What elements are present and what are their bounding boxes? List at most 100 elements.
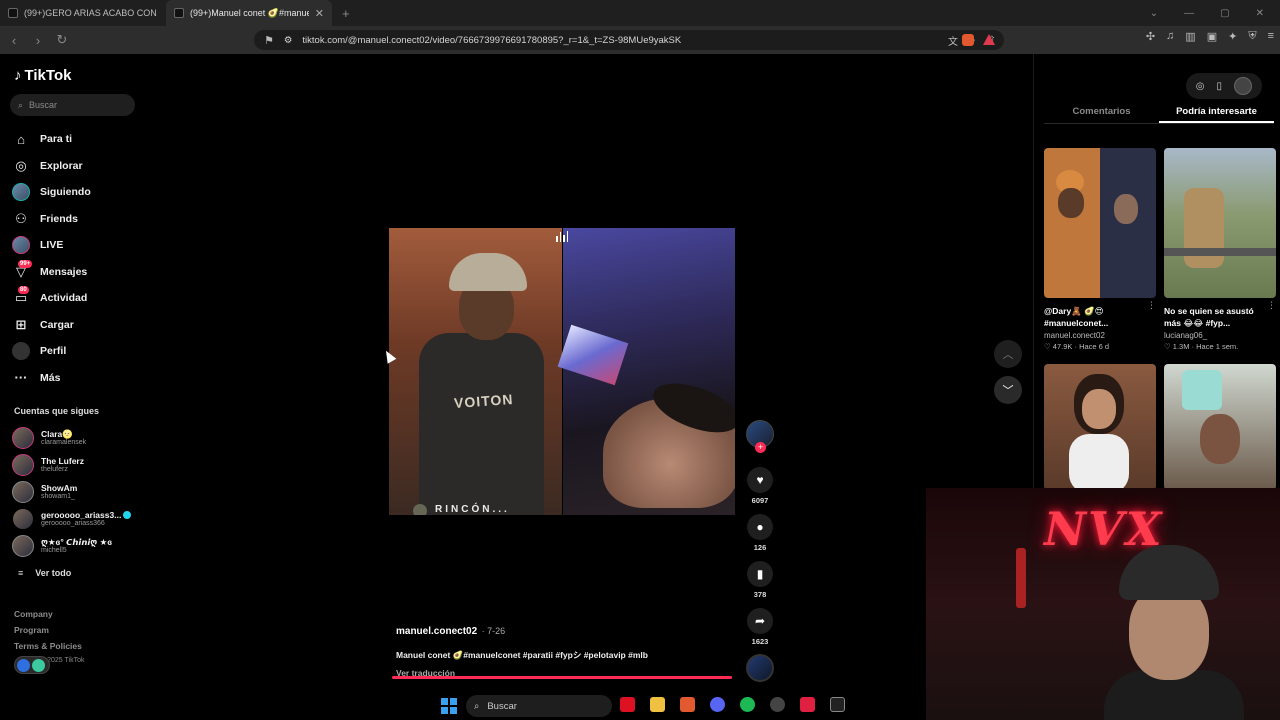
streamer-webcam: NVX xyxy=(926,488,1280,720)
account-handle: michell5 xyxy=(41,546,67,554)
browser-tab-active[interactable]: (99+)Manuel conet 🥑#manuel ✕ xyxy=(166,0,332,26)
close-tab-icon[interactable]: ✕ xyxy=(315,7,324,20)
menu-item-explorar[interactable]: ◎ Explorar xyxy=(12,153,147,180)
account-handle: theluferz xyxy=(41,465,68,473)
user-avatar[interactable] xyxy=(1234,77,1252,95)
avatar xyxy=(12,507,34,530)
forward-icon[interactable]: › xyxy=(28,33,48,48)
menu-item-cargar[interactable]: ⊞ Cargar xyxy=(12,312,147,339)
card-username: manuel.conect02 xyxy=(1044,331,1105,340)
recommended-video-card[interactable] xyxy=(1044,364,1156,490)
reload-icon[interactable]: ↻ xyxy=(52,32,72,48)
maximize-button[interactable]: ▢ xyxy=(1220,8,1229,19)
window-controls: ⌄ — ▢ ✕ xyxy=(1150,0,1280,26)
tab-comentarios[interactable]: Comentarios xyxy=(1044,100,1159,123)
menu-icon[interactable]: ≡ xyxy=(1268,30,1274,43)
video-navigation: ︿ ﹀ xyxy=(994,340,1022,412)
brave-shield-icon[interactable] xyxy=(962,34,974,46)
menu-item-perfil[interactable]: Perfil xyxy=(12,338,147,365)
footer-link-company[interactable]: Company xyxy=(14,606,82,622)
browser-toolbar: ‹ › ↻ ⚑ ⚙ tiktok.com/@manuel.conect02/vi… xyxy=(0,26,1280,54)
menu-item-siguiendo[interactable]: Siguiendo xyxy=(12,179,147,206)
recommended-video-card[interactable] xyxy=(1164,364,1276,490)
following-account[interactable]: ღ★ɞ° 𝘾𝙝𝙞𝙣𝙞ღ ★ɞ michell5 xyxy=(12,532,147,559)
wallet-icon[interactable]: ▣ xyxy=(1207,30,1217,43)
close-window-button[interactable]: ✕ xyxy=(1256,8,1264,19)
comment-button[interactable]: ● 126 xyxy=(746,514,774,552)
menu-item-actividad[interactable]: ▭ 80 Actividad xyxy=(12,285,147,312)
menu-item-live[interactable]: LIVE xyxy=(12,232,147,259)
site-info-icon[interactable]: ⚙ xyxy=(284,35,293,46)
bookmark-icon: ▮ xyxy=(747,561,773,587)
sound-bars-icon[interactable] xyxy=(556,230,568,242)
account-name: gerooooo_ariass3... xyxy=(41,509,122,520)
media-icon[interactable]: ♫ xyxy=(1166,30,1174,43)
menu-item-mensajes[interactable]: ▽ 99+ Mensajes xyxy=(12,259,147,286)
panel-toolbar: ◎ ▯ xyxy=(1185,73,1262,99)
spotify-icon[interactable] xyxy=(740,697,755,712)
browser-tab[interactable]: (99+)GERO ARIAS ACABO CON LA R xyxy=(0,0,166,26)
translate-icon[interactable]: 文 xyxy=(948,33,958,48)
compass-icon: ◎ xyxy=(15,157,27,173)
windows-taskbar: ⌕ Buscar xyxy=(0,690,926,720)
following-account[interactable]: Clara🌝 claramalensek xyxy=(12,424,147,451)
brave-rewards-icon[interactable] xyxy=(983,34,995,45)
footer-link-terms[interactable]: Terms & Policies xyxy=(14,638,82,654)
back-icon[interactable]: ‹ xyxy=(4,33,24,48)
video-player[interactable]: VOITON RINCÓN... xyxy=(389,228,735,515)
compass-icon[interactable]: ◎ xyxy=(1196,81,1205,92)
more-options-icon[interactable]: ⋮ xyxy=(1147,300,1156,311)
menu-item-friends[interactable]: ⚇ Friends xyxy=(12,206,147,233)
following-section-title: Cuentas que sigues xyxy=(14,406,100,416)
footer-link-program[interactable]: Program xyxy=(14,622,82,638)
card-meta: ♡ 47.9K · Hace 6 d xyxy=(1044,342,1110,351)
youtube-icon[interactable] xyxy=(620,697,635,712)
tab-list-icon[interactable]: ⌄ xyxy=(1150,8,1158,19)
bookmark-icon[interactable]: ⚑ xyxy=(264,34,274,47)
minimize-button[interactable]: — xyxy=(1184,8,1194,19)
previous-video-button[interactable]: ︿ xyxy=(994,340,1022,368)
next-video-button[interactable]: ﹀ xyxy=(994,376,1022,404)
search-input[interactable]: ⌕ Buscar xyxy=(10,94,135,116)
phone-icon[interactable]: ▯ xyxy=(1216,81,1222,92)
footer-links: Company Program Terms & Policies xyxy=(14,606,82,654)
opera-icon[interactable] xyxy=(800,697,815,712)
tiktok-logo[interactable]: ♪ TikTok xyxy=(14,67,71,84)
follow-plus-icon[interactable]: + xyxy=(755,442,766,453)
logo-text: TikTok xyxy=(24,67,72,84)
sidebar-icon[interactable]: ▥ xyxy=(1185,30,1195,43)
vpn-icon[interactable]: ⛨ xyxy=(1248,30,1256,43)
following-account[interactable]: gerooooo_ariass3... gerooooo_ariass366 xyxy=(12,505,147,532)
new-tab-button[interactable]: + xyxy=(342,6,350,21)
address-bar[interactable]: ⚑ ⚙ tiktok.com/@manuel.conect02/video/76… xyxy=(254,30,1004,50)
discord-icon[interactable] xyxy=(710,697,725,712)
obs-icon[interactable] xyxy=(770,697,785,712)
more-options-icon[interactable]: ⋮ xyxy=(1267,300,1276,311)
menu-label: Para ti xyxy=(40,133,73,146)
recommended-video-card[interactable]: ⋮ No se quien se asustó más 😂😂 #fyp... l… xyxy=(1164,148,1276,351)
recommended-video-card[interactable]: ⋮ @Dary🧸 🥑😍 #manuelconet... manuel.conec… xyxy=(1044,148,1156,351)
tab-podria-interesarte[interactable]: Podría interesarte xyxy=(1159,100,1274,123)
following-account[interactable]: ShowAm showam1_ xyxy=(12,478,147,505)
save-button[interactable]: ▮ 378 xyxy=(746,561,774,599)
share-button[interactable]: ➦ 1623 xyxy=(746,608,774,646)
menu-label: Actividad xyxy=(40,292,88,305)
menu-item-mas[interactable]: ··· Más xyxy=(12,365,147,392)
leo-icon[interactable]: ✦ xyxy=(1228,30,1237,43)
music-disc-icon[interactable] xyxy=(746,654,774,682)
url-text[interactable]: tiktok.com/@manuel.conect02/video/766673… xyxy=(302,35,681,46)
caption-username[interactable]: manuel.conect02 xyxy=(396,626,477,637)
logitech-icon[interactable] xyxy=(830,697,845,712)
extensions-icon[interactable]: ✣ xyxy=(1146,30,1155,43)
see-all-link[interactable]: ≡ Ver todo xyxy=(18,568,71,578)
brave-icon[interactable] xyxy=(680,697,695,712)
video-progress-bar[interactable] xyxy=(392,676,732,679)
following-account[interactable]: The Luferz theluferz xyxy=(12,451,147,478)
menu-item-para-ti[interactable]: ⌂ Para ti xyxy=(12,126,147,153)
windows-start-icon[interactable] xyxy=(441,698,457,714)
app-toggle[interactable] xyxy=(14,656,50,674)
like-button[interactable]: ♥ 6097 xyxy=(746,467,774,505)
file-explorer-icon[interactable] xyxy=(650,697,665,712)
taskbar-search[interactable]: ⌕ Buscar xyxy=(466,695,612,717)
browser-tabbar: (99+)GERO ARIAS ACABO CON LA R (99+)Manu… xyxy=(0,0,1280,26)
